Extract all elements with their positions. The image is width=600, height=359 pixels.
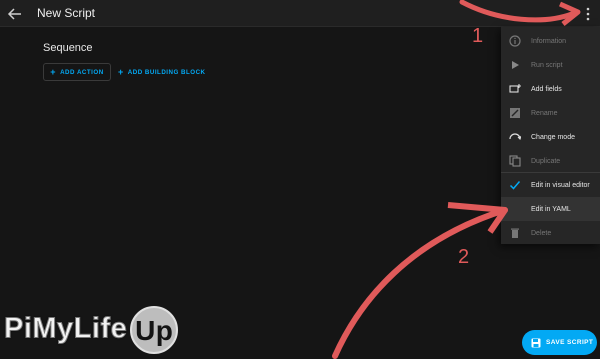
save-script-button[interactable]: SAVE SCRIPT	[522, 330, 597, 355]
menu-item-label: Run script	[531, 61, 563, 69]
page-title: New Script	[37, 6, 96, 20]
plus-icon: +	[118, 66, 124, 77]
add-building-block-button[interactable]: + ADD BUILDING BLOCK	[118, 63, 206, 81]
watermark-logo: PiMyLife Up	[3, 306, 179, 354]
menu-item-duplicate[interactable]: Duplicate	[501, 149, 600, 173]
menu-item-add-fields[interactable]: Add fields	[501, 77, 600, 101]
menu-item-label: Edit in YAML	[531, 205, 571, 213]
menu-item-label: Delete	[531, 229, 552, 237]
menu-item-label: Change mode	[531, 133, 575, 141]
add-action-button[interactable]: + ADD ACTION	[43, 63, 111, 81]
menu-item-information[interactable]: Information	[501, 29, 600, 53]
menu-item-label: Rename	[531, 109, 558, 117]
sequence-heading: Sequence	[43, 42, 93, 54]
add-fields-icon	[509, 84, 521, 93]
menu-item-label: Duplicate	[531, 157, 561, 165]
save-icon	[531, 338, 541, 347]
change-mode-icon	[509, 133, 521, 141]
menu-item-edit-visual[interactable]: Edit in visual editor	[501, 173, 600, 197]
overflow-menu: Information Run script Add fields Rename…	[501, 27, 600, 244]
step-two-number: 2	[458, 246, 470, 268]
play-icon	[512, 61, 519, 69]
menu-item-delete[interactable]: Delete	[501, 221, 600, 245]
menu-item-edit-yaml[interactable]: Edit in YAML	[501, 197, 600, 221]
add-action-label: ADD ACTION	[60, 68, 104, 76]
menu-item-label: Edit in visual editor	[531, 181, 590, 189]
top-app-bar: New Script	[0, 0, 600, 27]
watermark-up-badge: Up	[130, 306, 179, 354]
save-script-label: SAVE SCRIPT	[546, 339, 594, 346]
menu-item-rename[interactable]: Rename	[501, 101, 600, 125]
back-arrow-icon[interactable]	[6, 5, 24, 23]
overflow-menu-icon[interactable]	[584, 6, 592, 22]
check-icon	[509, 181, 521, 190]
step-one-number: 1	[472, 25, 484, 47]
add-building-block-label: ADD BUILDING BLOCK	[127, 68, 206, 76]
plus-icon: +	[50, 66, 57, 77]
duplicate-icon	[509, 155, 521, 167]
rename-icon	[510, 108, 520, 118]
menu-item-run-script[interactable]: Run script	[501, 53, 600, 77]
menu-item-label: Add fields	[531, 85, 562, 93]
watermark-text: PiMyLife	[3, 312, 128, 345]
info-icon	[509, 35, 521, 47]
trash-icon	[511, 228, 519, 238]
menu-item-change-mode[interactable]: Change mode	[501, 125, 600, 149]
menu-item-label: Information	[531, 37, 567, 45]
